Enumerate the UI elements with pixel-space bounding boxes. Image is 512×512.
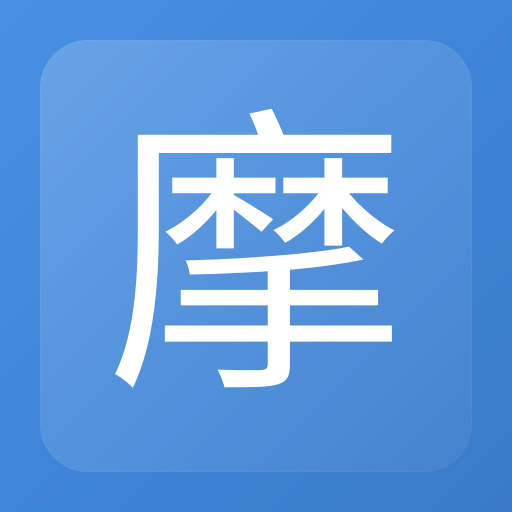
app-icon[interactable]: 摩 — [0, 0, 512, 512]
app-icon-glyph: 摩 — [106, 85, 406, 434]
